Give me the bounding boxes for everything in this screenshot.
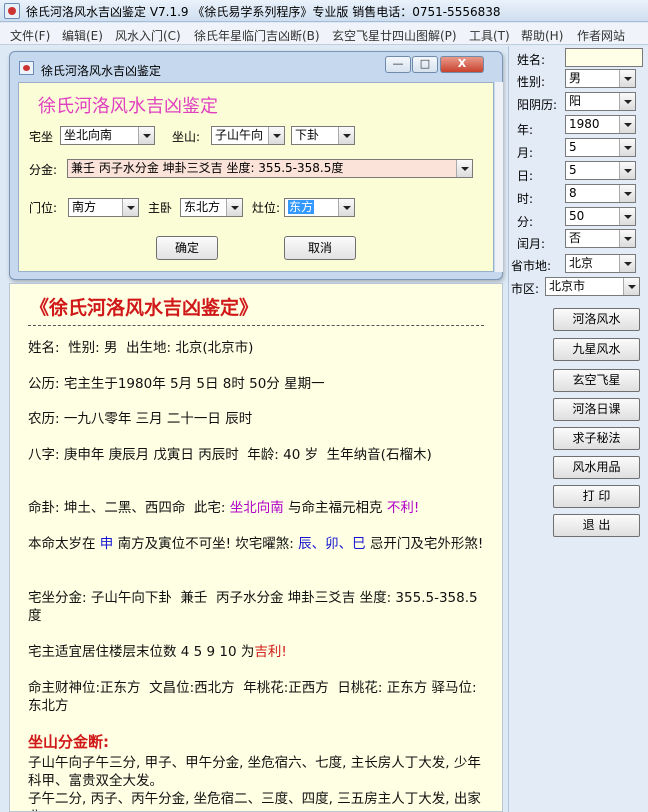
report-fenjin-detail-1: 子山午向子午三分, 甲子、甲午分金, 坐危宿六、七度, 主长房人丁大发, 少年科… xyxy=(28,755,481,789)
fengshui-dialog: 徐氏河洛风水吉凶鉴定 — □ X 徐氏河洛风水吉凶鉴定 宅坐 坐北向南 坐山: … xyxy=(9,51,503,280)
chevron-down-icon xyxy=(619,162,635,179)
day-select[interactable]: 5 xyxy=(565,161,636,180)
fenjin-label: 分金: xyxy=(29,163,58,177)
report-panel[interactable]: 《徐氏河洛风水吉凶鉴定》 姓名: 性别: 男 出生地: 北京(北京市) 公历: … xyxy=(9,283,503,812)
chevron-down-icon xyxy=(268,127,284,144)
fenjin-select[interactable]: 兼壬 丙子水分金 坤卦三爻吉 坐度: 355.5-358.5度 xyxy=(67,159,473,178)
xuankong-feixing-button[interactable]: 玄空飞星 xyxy=(553,369,640,392)
heluo-rike-button[interactable]: 河洛日课 xyxy=(553,398,640,421)
month-select[interactable]: 5 xyxy=(565,138,636,157)
zuoshan-select[interactable]: 子山午向 xyxy=(211,126,285,145)
chevron-down-icon xyxy=(226,199,242,216)
province-select[interactable]: 北京 xyxy=(565,254,636,273)
zuoshan-label: 坐山: xyxy=(172,130,201,144)
print-button[interactable]: 打 印 xyxy=(553,485,640,508)
dialog-body: 徐氏河洛风水吉凶鉴定 宅坐 坐北向南 坐山: 子山午向 下卦 分金: 兼壬 丙子… xyxy=(18,82,494,272)
menu-edit[interactable]: 编辑(E) xyxy=(62,27,103,44)
report-section-heading: 坐山分金断: xyxy=(28,733,109,751)
leap-month-select[interactable]: 否 xyxy=(565,229,636,248)
divider xyxy=(28,325,484,326)
cancel-button[interactable]: 取消 xyxy=(284,236,356,260)
report-bazi-line: 八字: 庚申年 庚辰月 戊寅日 丙辰时 年龄: 40 岁 生年纳音(石榴木) xyxy=(28,447,432,463)
leap-month-label: 闰月: xyxy=(517,237,546,251)
chevron-down-icon xyxy=(138,127,154,144)
zhaizuo-select[interactable]: 坐北向南 xyxy=(60,126,155,145)
close-button[interactable]: X xyxy=(440,56,484,73)
dialog-title: 徐氏河洛风水吉凶鉴定 xyxy=(41,64,162,78)
minute-select[interactable]: 50 xyxy=(565,207,636,226)
dialog-scrollbar[interactable] xyxy=(495,82,503,272)
report-fenjin-detail-2: 子午二分, 丙子、丙午分金, 坐危宿二、三度、四度, 三五房主人丁大发, 出家业 xyxy=(28,791,481,811)
chevron-down-icon xyxy=(619,70,635,87)
district-label: 市区: xyxy=(511,282,540,296)
gender-label: 性别: xyxy=(517,75,546,89)
chevron-down-icon xyxy=(122,199,138,216)
menu-author-site[interactable]: 作者网站 xyxy=(577,27,625,44)
menwei-label: 门位: xyxy=(29,201,58,215)
minute-label: 分: xyxy=(517,215,534,229)
report-solar-line: 公历: 宅主生于1980年 5月 5日 8时 50分 星期一 xyxy=(28,376,325,392)
chevron-down-icon xyxy=(619,139,635,156)
hour-label: 时: xyxy=(517,192,534,206)
year-select[interactable]: 1980 xyxy=(565,115,636,134)
gender-select[interactable]: 男 xyxy=(565,69,636,88)
district-select[interactable]: 北京市 xyxy=(545,277,640,296)
name-label: 姓名: xyxy=(517,53,546,67)
heluo-fengshui-button[interactable]: 河洛风水 xyxy=(553,308,640,331)
dialog-heading: 徐氏河洛风水吉凶鉴定 xyxy=(38,96,218,117)
birth-info-panel: 姓名: 性别: 男 阳阴历: 阳 年: 1980 月: 5 日: 5 时: 8 … xyxy=(508,46,648,812)
chevron-down-icon xyxy=(619,230,635,247)
window-title: 徐氏河洛风水吉凶鉴定 V7.1.9 《徐氏易学系列程序》专业版 销售电话：075… xyxy=(26,5,501,19)
zhaizuo-label: 宅坐 xyxy=(29,130,54,144)
app-icon xyxy=(4,3,20,19)
ok-button[interactable]: 确定 xyxy=(156,236,218,260)
menwei-select[interactable]: 南方 xyxy=(68,198,139,217)
report-floor-line: 宅主适宜居住楼层末位数 4 5 9 10 为吉利! xyxy=(28,644,287,660)
menu-fengshui-intro[interactable]: 风水入门(C) xyxy=(115,27,181,44)
name-input[interactable] xyxy=(565,48,643,67)
menu-bar: 文件(F) 编辑(E) 风水入门(C) 徐氏年星临门吉凶断(B) 玄空飞星廿四山… xyxy=(0,23,648,45)
month-label: 月: xyxy=(517,146,534,160)
maximize-button[interactable]: □ xyxy=(412,56,438,73)
report-lunar-line: 农历: 一九八零年 三月 二十一日 辰时 xyxy=(28,411,253,427)
menu-tools[interactable]: 工具(T) xyxy=(469,27,510,44)
report-position-line: 命主财神位:正东方 文昌位:西北方 年桃花:正西方 日桃花: 正东方 驿马位:东… xyxy=(28,680,477,714)
report-title: 《徐氏河洛风水吉凶鉴定》 xyxy=(30,297,259,319)
zhuwo-select[interactable]: 东北方 xyxy=(180,198,243,217)
calendar-label: 阳阴历: xyxy=(517,98,558,112)
zhuwo-label: 主卧 xyxy=(148,201,173,215)
province-label: 省市地: xyxy=(511,259,552,273)
exit-button[interactable]: 退 出 xyxy=(553,514,640,537)
zaowei-select[interactable]: 东方 xyxy=(284,198,355,217)
fengshui-goods-button[interactable]: 风水用品 xyxy=(553,456,640,479)
zaowei-label: 灶位: xyxy=(252,201,281,215)
gua-select[interactable]: 下卦 xyxy=(291,126,355,145)
qiuzi-mifa-button[interactable]: 求子秘法 xyxy=(553,427,640,450)
hour-select[interactable]: 8 xyxy=(565,184,636,203)
calendar-select[interactable]: 阳 xyxy=(565,92,636,111)
report-minggua-line: 命卦: 坤土、二黑、西四命 此宅: 坐北向南 与命主福元相克 不利! xyxy=(28,500,420,516)
report-fenjin-line: 宅坐分金: 子山午向下卦 兼壬 丙子水分金 坤卦三爻吉 坐度: 355.5-35… xyxy=(28,590,478,624)
chevron-down-icon xyxy=(338,199,354,216)
minimize-button[interactable]: — xyxy=(385,56,411,73)
chevron-down-icon xyxy=(619,255,635,272)
menu-flying-star[interactable]: 玄空飞星廿四山图解(P) xyxy=(332,27,457,44)
day-label: 日: xyxy=(517,169,534,183)
menu-file[interactable]: 文件(F) xyxy=(10,27,50,44)
chevron-down-icon xyxy=(619,93,635,110)
chevron-down-icon xyxy=(456,160,472,177)
menu-year-star[interactable]: 徐氏年星临门吉凶断(B) xyxy=(194,27,320,44)
chevron-down-icon xyxy=(619,208,635,225)
report-name-line: 姓名: 性别: 男 出生地: 北京(北京市) xyxy=(28,340,254,356)
chevron-down-icon xyxy=(619,116,635,133)
jiuxing-fengshui-button[interactable]: 九星风水 xyxy=(553,338,640,361)
title-bar: 徐氏河洛风水吉凶鉴定 V7.1.9 《徐氏易学系列程序》专业版 销售电话：075… xyxy=(0,0,648,22)
chevron-down-icon xyxy=(623,278,639,295)
year-label: 年: xyxy=(517,123,534,137)
report-taisui-line: 本命太岁在 申 南方及寅位不可坐! 坎宅曜煞: 辰、卯、巳 忌开门及宅外形煞! xyxy=(28,536,484,552)
menu-help[interactable]: 帮助(H) xyxy=(521,27,563,44)
chevron-down-icon xyxy=(338,127,354,144)
dialog-icon xyxy=(19,61,34,75)
chevron-down-icon xyxy=(619,185,635,202)
